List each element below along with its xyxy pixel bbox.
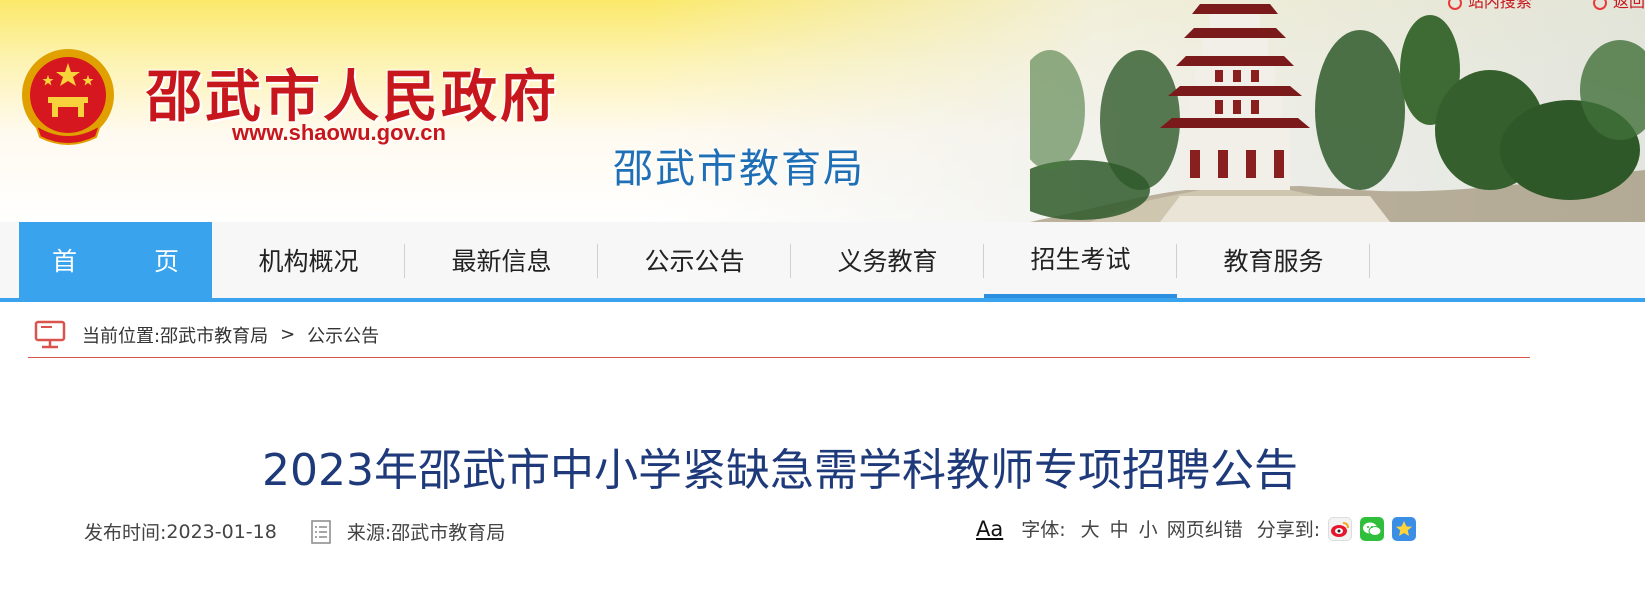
article-tools: Aa 字体: 大 中 小 网页纠错 分享到: [976,515,1417,542]
list-icon [311,519,331,544]
article-title: 2023年邵武市中小学紧缺急需学科教师专项招聘公告 [262,445,1298,496]
font-size-medium[interactable]: 中 [1110,515,1129,542]
article-meta: 发布时间: 2023-01-18 来源: 邵武市教育局 [84,518,505,545]
font-size-large[interactable]: 大 [1081,515,1100,542]
national-emblem-icon [22,49,114,145]
font-size-small[interactable]: 小 [1139,515,1158,542]
pagoda-tower [1160,4,1310,190]
top-links: 站内搜索 返回 [1392,0,1645,12]
font-label: 字体: [1021,519,1066,541]
breadcrumb-link-home[interactable]: 邵武市教育局 [160,322,268,348]
nav-item-about[interactable]: 机构概况 [212,222,405,298]
error-report-link[interactable]: 网页纠错 [1167,515,1243,542]
wechat-icon[interactable] [1360,516,1385,541]
search-icon [1447,0,1462,10]
main-nav: 首 页 机构概况 最新信息 公示公告 义务教育 招生考试 教育服务 [0,222,1645,302]
nav-item-news[interactable]: 最新信息 [405,222,598,298]
font-size-toggle[interactable]: Aa [976,517,1003,541]
breadcrumb: 当前位置: 邵武市教育局 > 公示公告 [28,312,1530,358]
nav-item-notices[interactable]: 公示公告 [598,222,791,298]
publish-date: 2023-01-18 [166,520,277,543]
site-url: www.shaowu.gov.cn [232,120,446,145]
breadcrumb-prefix: 当前位置: [82,325,161,347]
nav-item-education-services[interactable]: 教育服务 [1177,222,1370,298]
nav-item-home[interactable]: 首 页 [19,222,212,298]
breadcrumb-link-notices[interactable]: 公示公告 [307,322,379,348]
weibo-icon[interactable] [1328,516,1353,541]
monitor-icon [34,320,66,348]
share-label: 分享到: [1256,519,1321,541]
pagoda-scenery-image [1030,4,1645,222]
publish-label: 发布时间: [84,522,167,544]
back-link[interactable]: 返回 [1592,0,1645,11]
nav-item-admissions[interactable]: 招生考试 [984,222,1177,298]
department-title: 邵武市教育局 [613,146,865,192]
site-search-link[interactable]: 站内搜索 [1447,0,1532,11]
nav-item-compulsory-education[interactable]: 义务教育 [791,222,984,298]
qzone-icon[interactable] [1392,516,1417,541]
source-label: 来源: [346,522,392,544]
return-icon [1592,0,1607,10]
breadcrumb-separator: > [280,324,296,345]
source-value: 邵武市教育局 [391,522,506,544]
header-banner: 邵武市人民政府 www.shaowu.gov.cn 邵武市教育局 站内搜索 返回 [0,0,1645,222]
